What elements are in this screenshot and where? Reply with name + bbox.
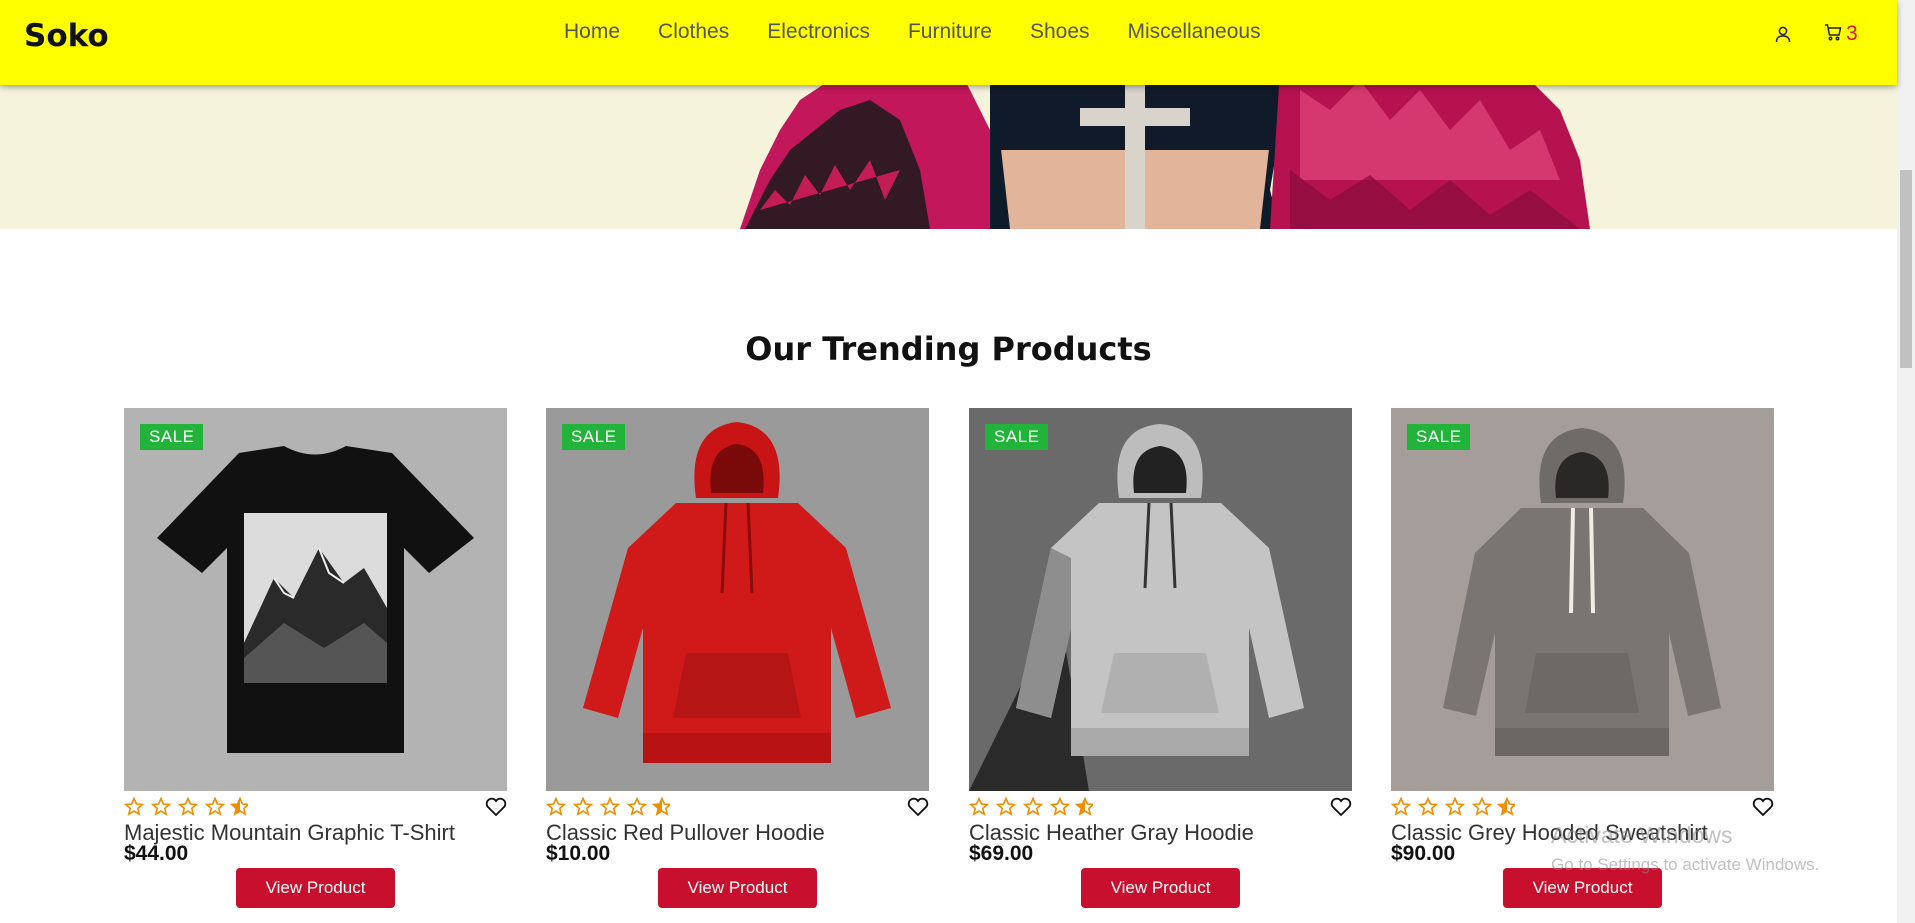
product-card: SALE Classic Grey Hooded Sweatshirt $90.… — [1391, 408, 1774, 923]
navbar: Soko Home Clothes Electronics Furniture … — [0, 0, 1897, 85]
brand-logo[interactable]: Soko — [24, 18, 109, 54]
heart-icon[interactable] — [1330, 797, 1352, 821]
star-rating — [1391, 797, 1515, 817]
product-card: SALE Classic Red Pullover Hoodie $10.00 … — [546, 408, 929, 923]
heart-icon[interactable] — [485, 797, 507, 821]
stars-icon — [546, 797, 670, 816]
section-title: Our Trending Products — [745, 330, 1152, 368]
cart-count-badge: 3 — [1846, 22, 1858, 45]
scrollbar-thumb[interactable] — [1900, 170, 1912, 368]
nav-link-shoes[interactable]: Shoes — [1030, 20, 1090, 44]
view-product-button[interactable]: View Product — [658, 868, 817, 908]
product-price: $90.00 — [1391, 842, 1456, 865]
sale-badge: SALE — [562, 424, 626, 450]
stars-icon — [969, 797, 1093, 816]
star-rating — [124, 797, 248, 817]
product-image[interactable]: SALE — [1391, 408, 1774, 791]
nav-link-miscellaneous[interactable]: Miscellaneous — [1128, 20, 1261, 44]
heart-icon[interactable] — [907, 797, 929, 821]
heart-icon[interactable] — [1752, 797, 1774, 821]
hero-image — [0, 70, 1897, 229]
product-price: $10.00 — [546, 842, 611, 865]
nav-link-electronics[interactable]: Electronics — [767, 20, 870, 44]
nav-link-home[interactable]: Home — [564, 20, 620, 44]
nav-links: Home Clothes Electronics Furniture Shoes… — [564, 20, 1261, 44]
view-product-button[interactable]: View Product — [1081, 868, 1240, 908]
product-image[interactable]: SALE — [124, 408, 507, 791]
product-card: SALE Classic Heather Gray Hoodie $69.00 … — [969, 408, 1352, 923]
product-grid: SALE Majestic Mountain Graphic T-Shirt $… — [124, 408, 1774, 923]
product-price: $69.00 — [969, 842, 1034, 865]
star-rating — [969, 797, 1093, 817]
nav-link-furniture[interactable]: Furniture — [908, 20, 992, 44]
nav-link-clothes[interactable]: Clothes — [658, 20, 729, 44]
cart-icon — [1824, 23, 1842, 45]
product-card: SALE Majestic Mountain Graphic T-Shirt $… — [124, 408, 507, 923]
scrollbar[interactable] — [1897, 0, 1915, 923]
view-product-button[interactable]: View Product — [1503, 868, 1662, 908]
page: Soko Home Clothes Electronics Furniture … — [0, 0, 1915, 923]
product-image[interactable]: SALE — [969, 408, 1352, 791]
stars-icon — [124, 797, 248, 816]
sale-badge: SALE — [1407, 424, 1471, 450]
nav-actions: 3 — [1774, 22, 1858, 46]
view-product-button[interactable]: View Product — [236, 868, 395, 908]
star-rating — [546, 797, 670, 817]
sale-badge: SALE — [985, 424, 1049, 450]
cart-button[interactable]: 3 — [1824, 22, 1858, 46]
sale-badge: SALE — [140, 424, 204, 450]
product-image[interactable]: SALE — [546, 408, 929, 791]
user-icon[interactable] — [1774, 25, 1792, 43]
product-price: $44.00 — [124, 842, 189, 865]
stars-icon — [1391, 797, 1515, 816]
hero-banner — [0, 70, 1897, 229]
